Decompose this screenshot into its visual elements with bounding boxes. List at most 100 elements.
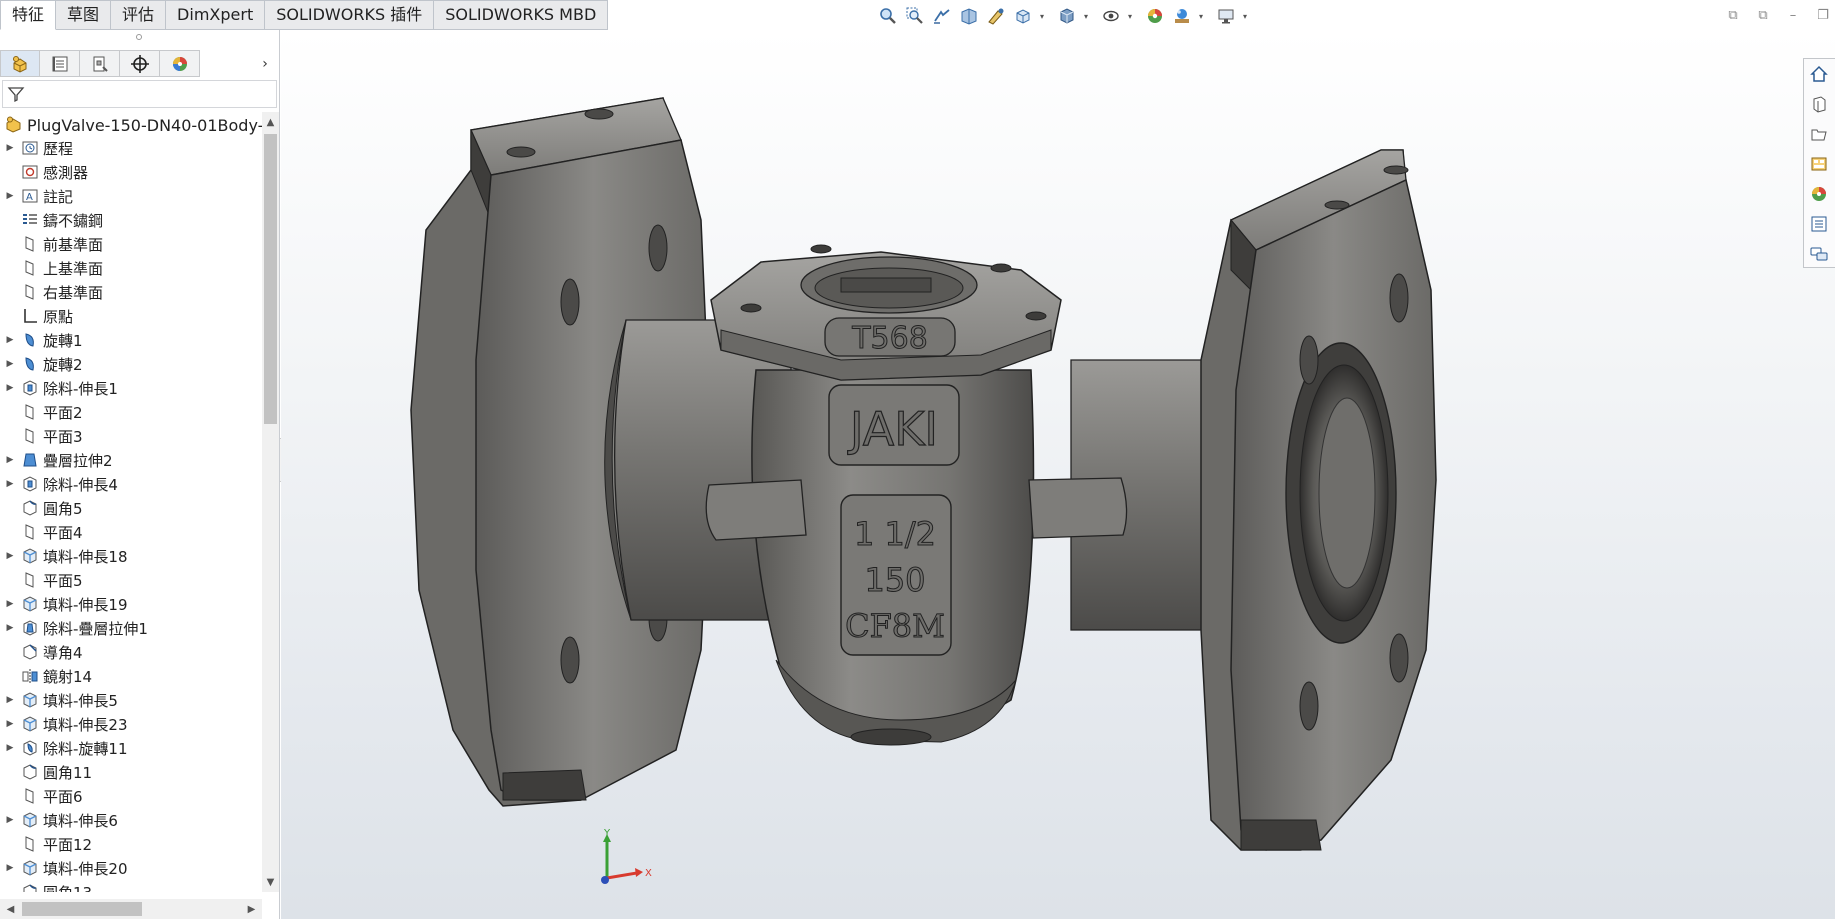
tree-item[interactable]: ▶ A 註記	[0, 184, 262, 208]
scroll-left-icon[interactable]: ◀	[2, 901, 19, 917]
design-library-icon[interactable]	[1804, 89, 1834, 119]
restore-button[interactable]: ❐	[1811, 4, 1835, 26]
tree-item[interactable]: ▶ 疊層拉伸2	[0, 448, 262, 472]
tree-item[interactable]: ▶ 填料-伸長18	[0, 544, 262, 568]
displaymanager-tab[interactable]	[160, 50, 200, 77]
expand-arrow-icon[interactable]: ▶	[0, 359, 20, 369]
tree-horizontal-scrollbar[interactable]: ◀ ▶	[0, 899, 262, 919]
expand-arrow-icon[interactable]: ▶	[0, 599, 20, 609]
tree-item[interactable]: 圓角13	[0, 880, 262, 892]
apply-scene-icon[interactable]	[1170, 4, 1194, 28]
home-icon[interactable]	[1804, 59, 1834, 89]
tree-item[interactable]: 原點	[0, 304, 262, 328]
tree-item[interactable]: ▶ 填料-伸長20	[0, 856, 262, 880]
expand-arrow-icon[interactable]: ▶	[0, 815, 20, 825]
tree-item[interactable]: 平面6	[0, 784, 262, 808]
previous-view-icon[interactable]	[930, 4, 954, 28]
tree-item[interactable]: 圓角11	[0, 760, 262, 784]
propertymanager-tab[interactable]	[40, 50, 80, 77]
expand-arrow-icon[interactable]: ▶	[0, 863, 20, 873]
tree-item[interactable]: 鏡射14	[0, 664, 262, 688]
tree-item[interactable]: 平面3	[0, 424, 262, 448]
tile-right-icon[interactable]: ⧉	[1751, 4, 1775, 26]
tree-item[interactable]: ▶ 除料-伸長1	[0, 376, 262, 400]
zoom-to-area-icon[interactable]	[903, 4, 927, 28]
zoom-to-fit-icon[interactable]	[876, 4, 900, 28]
file-explorer-icon[interactable]	[1804, 119, 1834, 149]
dynamic-annotation-icon[interactable]	[984, 4, 1008, 28]
tab-evaluate[interactable]: 评估	[111, 0, 167, 30]
tree-root-part[interactable]: PlugValve-150-DN40-01Body-金	[0, 112, 262, 136]
tab-dimxpert[interactable]: DimXpert	[166, 0, 266, 30]
panel-grip[interactable]	[136, 34, 142, 40]
tree-item-label: 旋轉1	[43, 331, 83, 350]
tree-item[interactable]: ▶ 旋轉1	[0, 328, 262, 352]
feature-tree-filter[interactable]	[2, 80, 277, 108]
appearances-icon[interactable]	[1804, 179, 1834, 209]
expand-arrow-icon[interactable]: ▶	[0, 383, 20, 393]
expand-arrow-icon[interactable]: ▶	[0, 743, 20, 753]
view-settings-icon[interactable]	[1214, 4, 1238, 28]
chevron-down-icon[interactable]: ▾	[1197, 4, 1205, 28]
view-orientation-icon[interactable]	[1011, 4, 1035, 28]
panel-scroll-right-icon[interactable]: ›	[257, 50, 273, 77]
display-style-icon[interactable]	[1055, 4, 1079, 28]
configurationmanager-tab[interactable]	[80, 50, 120, 77]
tree-item[interactable]: ▶ 除料-疊層拉伸1	[0, 616, 262, 640]
tab-solidworks-addins[interactable]: SOLIDWORKS 插件	[265, 0, 435, 30]
minimize-button[interactable]: –	[1781, 4, 1805, 26]
scrollbar-thumb[interactable]	[22, 902, 142, 916]
tree-item[interactable]: 平面5	[0, 568, 262, 592]
tab-solidworks-mbd[interactable]: SOLIDWORKS MBD	[434, 0, 609, 30]
tile-left-icon[interactable]: ⧉	[1721, 4, 1745, 26]
tree-item[interactable]: ▶ 填料-伸長23	[0, 712, 262, 736]
chevron-down-icon[interactable]: ▾	[1241, 4, 1249, 28]
chevron-down-icon[interactable]: ▾	[1038, 4, 1046, 28]
tree-item[interactable]: ▶ 歷程	[0, 136, 262, 160]
tab-features[interactable]: 特征	[0, 0, 57, 30]
tree-item[interactable]: ▶ 旋轉2	[0, 352, 262, 376]
tree-item[interactable]: 圓角5	[0, 496, 262, 520]
tree-item[interactable]: 平面4	[0, 520, 262, 544]
scroll-up-icon[interactable]: ▲	[262, 114, 279, 130]
chevron-down-icon[interactable]: ▾	[1126, 4, 1134, 28]
featuremanager-tab[interactable]	[0, 50, 40, 77]
custom-properties-icon[interactable]	[1804, 209, 1834, 239]
forum-icon[interactable]	[1804, 239, 1834, 269]
tree-item[interactable]: 右基準面	[0, 280, 262, 304]
expand-arrow-icon[interactable]: ▶	[0, 335, 20, 345]
tree-item[interactable]: 上基準面	[0, 256, 262, 280]
expand-arrow-icon[interactable]: ▶	[0, 623, 20, 633]
tree-item[interactable]: ▶ 填料-伸長6	[0, 808, 262, 832]
tree-vertical-scrollbar[interactable]: ▲ ▼	[262, 112, 279, 892]
tab-sketch[interactable]: 草图	[56, 0, 112, 30]
svg-text:A: A	[26, 192, 33, 203]
expand-arrow-icon[interactable]: ▶	[0, 455, 20, 465]
tree-item[interactable]: 導角4	[0, 640, 262, 664]
tree-item[interactable]: ▶ 除料-伸長4	[0, 472, 262, 496]
expand-arrow-icon[interactable]: ▶	[0, 479, 20, 489]
scrollbar-thumb[interactable]	[264, 134, 277, 424]
section-view-icon[interactable]	[957, 4, 981, 28]
tree-item[interactable]: ▶ 除料-旋轉11	[0, 736, 262, 760]
chevron-down-icon[interactable]: ▾	[1082, 4, 1090, 28]
tree-item[interactable]: 平面2	[0, 400, 262, 424]
expand-arrow-icon[interactable]: ▶	[0, 695, 20, 705]
scroll-down-icon[interactable]: ▼	[262, 874, 279, 890]
tree-item[interactable]: 前基準面	[0, 232, 262, 256]
edit-appearance-icon[interactable]	[1143, 4, 1167, 28]
expand-arrow-icon[interactable]: ▶	[0, 143, 20, 153]
tree-item[interactable]: 感測器	[0, 160, 262, 184]
scroll-right-icon[interactable]: ▶	[243, 901, 260, 917]
expand-arrow-icon[interactable]: ▶	[0, 551, 20, 561]
tree-item[interactable]: ▶ 填料-伸長19	[0, 592, 262, 616]
view-palette-icon[interactable]	[1804, 149, 1834, 179]
graphics-area[interactable]: T568 JAKI 1 1/2 150 CF8M Y X	[281, 30, 1835, 919]
hide-show-icon[interactable]	[1099, 4, 1123, 28]
expand-arrow-icon[interactable]: ▶	[0, 191, 20, 201]
tree-item[interactable]: 鑄不鏽鋼	[0, 208, 262, 232]
dimxpertmanager-tab[interactable]	[120, 50, 160, 77]
tree-item[interactable]: 平面12	[0, 832, 262, 856]
expand-arrow-icon[interactable]: ▶	[0, 719, 20, 729]
tree-item[interactable]: ▶ 填料-伸長5	[0, 688, 262, 712]
